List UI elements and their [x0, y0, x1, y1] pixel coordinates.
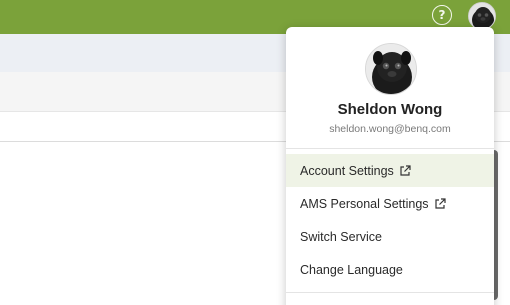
menu-item-switch-service[interactable]: Switch Service — [286, 220, 494, 253]
menu-item-label: Change Language — [300, 262, 403, 277]
user-avatar — [365, 43, 417, 95]
menu-item-label: Account Settings — [300, 163, 394, 178]
menu-item-ams-personal-settings[interactable]: AMS Personal Settings — [286, 187, 494, 220]
external-link-icon — [434, 197, 446, 209]
menu-item-label: AMS Personal Settings — [300, 196, 429, 211]
user-profile-header: Sheldon Wong sheldon.wong@benq.com — [286, 27, 494, 149]
user-menu-dropdown: Sheldon Wong sheldon.wong@benq.com Accou… — [286, 27, 494, 305]
help-icon[interactable]: ? — [432, 5, 452, 25]
menu-divider — [286, 292, 494, 305]
menu-item-account-settings[interactable]: Account Settings — [286, 154, 494, 187]
pug-avatar-icon — [469, 3, 495, 29]
user-avatar-button[interactable] — [468, 2, 496, 30]
external-link-icon — [400, 164, 411, 176]
menu-item-change-language[interactable]: Change Language — [286, 253, 494, 286]
user-email: sheldon.wong@benq.com — [329, 123, 451, 135]
user-name: Sheldon Wong — [337, 101, 443, 118]
pug-avatar-icon — [366, 44, 416, 94]
menu-item-label: Switch Service — [300, 229, 382, 244]
